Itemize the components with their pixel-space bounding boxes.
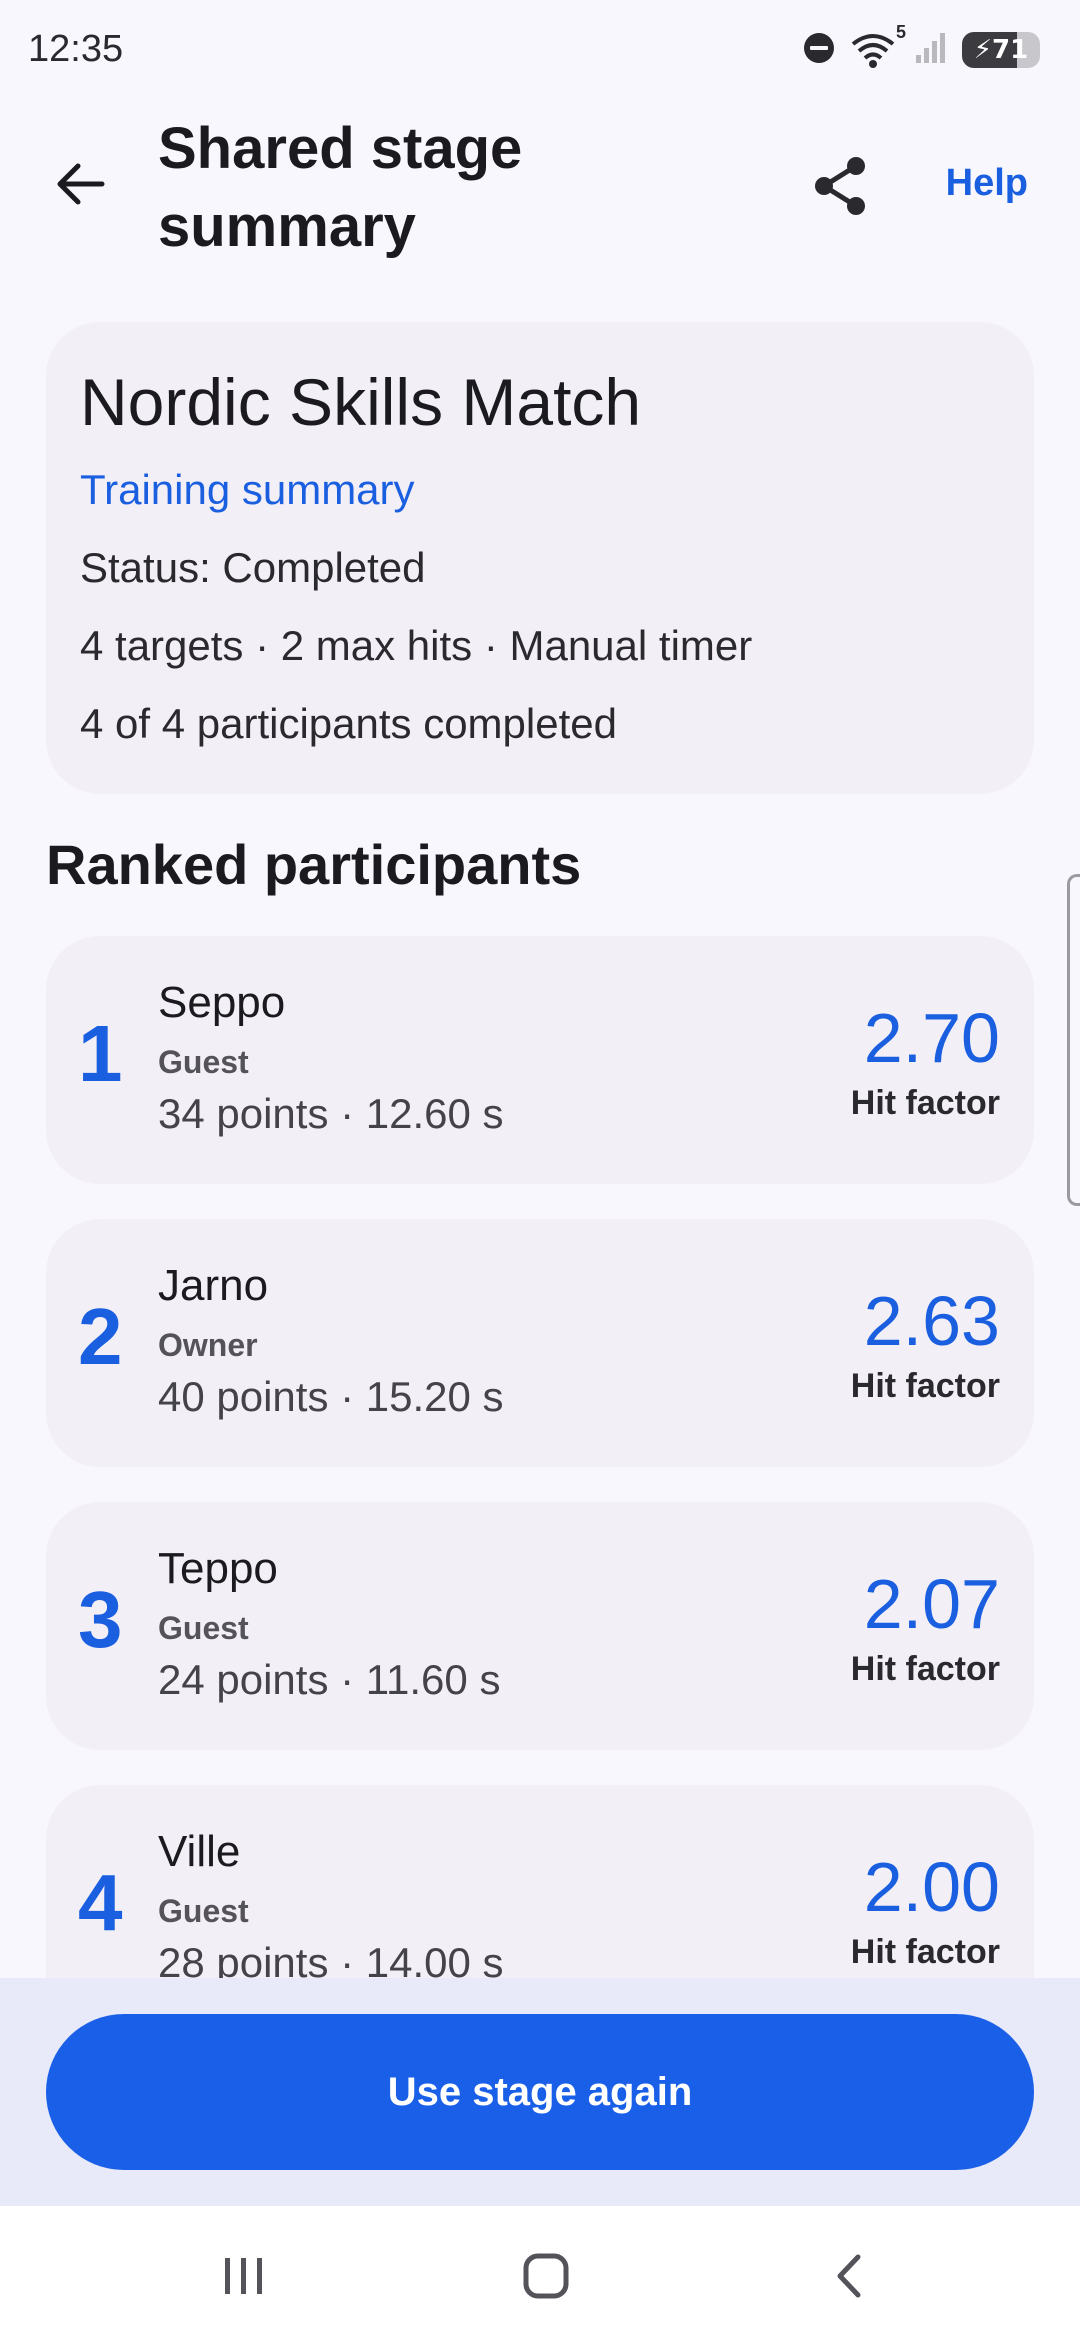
battery-level: ⚡71 bbox=[973, 35, 1029, 65]
participant-role: Guest bbox=[158, 1610, 249, 1646]
back-button[interactable] bbox=[42, 146, 118, 222]
training-summary-link[interactable]: Training summary bbox=[80, 460, 1000, 520]
help-link[interactable]: Help bbox=[946, 162, 1028, 205]
recent-apps-icon bbox=[225, 2258, 262, 2294]
participant-name: Ville bbox=[158, 1827, 241, 1876]
participant-stats: 24 points · 11.60 s bbox=[158, 1656, 501, 1703]
participant-list: 1 Seppo Guest 34 points · 12.60 s 2.70 H… bbox=[46, 936, 1034, 2068]
recent-apps-button[interactable] bbox=[204, 2236, 284, 2316]
participant-card[interactable]: 2 Jarno Owner 40 points · 15.20 s 2.63 H… bbox=[46, 1219, 1034, 1467]
signal-icon bbox=[914, 31, 948, 70]
participant-card[interactable]: 3 Teppo Guest 24 points · 11.60 s 2.07 H… bbox=[46, 1502, 1034, 1750]
participant-rank: 2 bbox=[78, 1292, 123, 1381]
status-icons: 5 ⚡71 bbox=[802, 22, 1040, 70]
home-button[interactable] bbox=[506, 2236, 586, 2316]
wifi-badge: 5 bbox=[895, 22, 906, 42]
participant-role: Owner bbox=[158, 1327, 258, 1363]
battery-charging-icon: ⚡71 bbox=[962, 32, 1040, 68]
participant-role: Guest bbox=[158, 1893, 249, 1929]
hit-factor-value: 2.63 bbox=[863, 1282, 1000, 1360]
participant-name: Jarno bbox=[158, 1261, 269, 1310]
match-name: Nordic Skills Match bbox=[80, 365, 642, 439]
summary-card: Nordic Skills Match Training summary Sta… bbox=[46, 322, 1034, 794]
system-nav-bar bbox=[0, 2206, 1080, 2340]
participant-name: Teppo bbox=[158, 1544, 278, 1593]
share-button[interactable] bbox=[800, 146, 880, 226]
status-time: 12:35 bbox=[28, 28, 124, 70]
participant-rank: 4 bbox=[78, 1858, 123, 1947]
nav-back-button[interactable] bbox=[810, 2236, 890, 2316]
hit-factor-value: 2.00 bbox=[863, 1848, 1000, 1926]
app-bar: Shared stage summary Help bbox=[0, 100, 1080, 280]
hit-factor-value: 2.70 bbox=[863, 999, 1000, 1077]
bottom-action-panel: Use stage again bbox=[0, 1978, 1080, 2206]
participant-name: Seppo bbox=[158, 978, 286, 1027]
status-text: Status: Completed bbox=[80, 544, 426, 591]
page-title: Shared stage summary bbox=[158, 116, 523, 259]
do-not-disturb-icon bbox=[802, 31, 836, 70]
participant-stats: 40 points · 15.20 s bbox=[158, 1373, 504, 1420]
stage-config-text: 4 targets · 2 max hits · Manual timer bbox=[80, 622, 753, 669]
wifi-icon: 5 bbox=[850, 22, 906, 70]
participant-role: Guest bbox=[158, 1044, 249, 1080]
use-stage-again-button[interactable]: Use stage again bbox=[46, 2014, 1034, 2170]
status-bar: 12:35 5 ⚡71 bbox=[0, 0, 1080, 100]
participant-rank: 3 bbox=[78, 1575, 123, 1664]
hit-factor-value: 2.07 bbox=[863, 1565, 1000, 1643]
participant-stats: 34 points · 12.60 s bbox=[158, 1090, 504, 1137]
share-icon bbox=[815, 157, 865, 215]
hit-factor-label: Hit factor bbox=[850, 1650, 1000, 1688]
completion-text: 4 of 4 participants completed bbox=[80, 700, 617, 747]
participant-card[interactable]: 1 Seppo Guest 34 points · 12.60 s 2.70 H… bbox=[46, 936, 1034, 1184]
hit-factor-label: Hit factor bbox=[850, 1367, 1000, 1405]
hit-factor-label: Hit factor bbox=[850, 1933, 1000, 1971]
hit-factor-label: Hit factor bbox=[850, 1084, 1000, 1122]
home-icon bbox=[523, 2253, 569, 2299]
participant-rank: 1 bbox=[78, 1009, 123, 1098]
scrollbar[interactable] bbox=[1067, 874, 1080, 1206]
back-icon bbox=[837, 2254, 861, 2298]
ranked-participants-heading: Ranked participants bbox=[46, 833, 582, 896]
arrow-left-icon bbox=[57, 163, 105, 205]
